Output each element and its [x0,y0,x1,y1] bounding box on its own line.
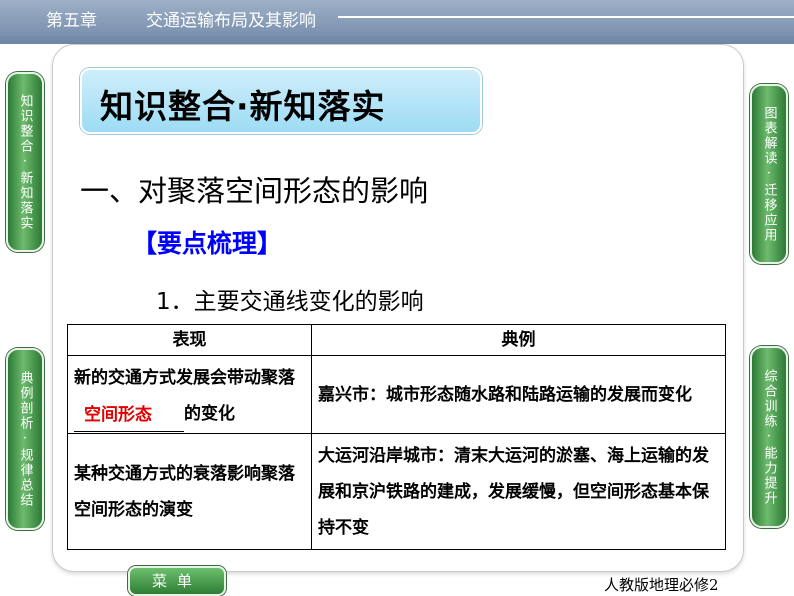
subsection-title: 【要点梳理】 [132,229,283,258]
table-cell: 嘉兴市：城市形态随水路和陆路运输的发展而变化 [311,355,726,434]
comparison-table: 表现 典例 新的交通方式发展会带动聚落空间形态 的变化 嘉兴市：城市形态随水路和陆… [67,324,726,550]
header-band [0,0,794,36]
nav-example-analysis[interactable]: 典例剖析·规律总结 [6,348,44,530]
blank-answer: 空间形态 [84,404,152,425]
table-cell: 大运河沿岸城市：清末大运河的淤塞、海上运输的发展和京沪铁路的建成，发展缓慢，但空… [311,433,726,550]
cell-text: 的变化 [184,403,235,424]
nav-comprehensive-training[interactable]: 综合训练·能力提升 [750,346,788,528]
table-row: 某种交通方式的衰落影响聚落空间形态的演变 大运河沿岸城市：清末大运河的淤塞、海上… [67,433,726,550]
chapter-label: 第五章 [46,11,97,31]
table-header-cell: 表现 [67,324,312,356]
top-header-bar: 第五章 交通运输布局及其影响 [0,0,794,44]
section-heading-box: 知识整合·新知落实 [80,68,482,134]
table-header-cell: 典例 [311,324,726,356]
table-row: 新的交通方式发展会带动聚落空间形态 的变化 嘉兴市：城市形态随水路和陆路运输的发展… [67,355,726,434]
nav-chart-reading[interactable]: 图表解读·迁移应用 [750,84,788,264]
table-header-row: 表现 典例 [67,324,726,356]
chapter-title: 交通运输布局及其影响 [146,11,316,31]
fill-blank: 空间形态 [74,405,184,432]
point-title: 1．主要交通线变化的影响 [156,289,424,315]
section-title: 一、对聚落空间形态的影响 [80,174,429,208]
footer-text: 人教版地理必修2 [604,576,719,594]
table-cell: 新的交通方式发展会带动聚落空间形态 的变化 [67,355,312,434]
section-heading-text: 知识整合·新知落实 [100,87,386,126]
nav-knowledge-integration[interactable]: 知识整合·新知落实 [6,72,44,252]
table-cell: 某种交通方式的衰落影响聚落空间形态的演变 [67,433,312,550]
cell-text: 新的交通方式发展会带动聚落 [74,367,295,388]
header-divider [338,16,794,18]
menu-button[interactable]: 菜单 [128,566,226,596]
